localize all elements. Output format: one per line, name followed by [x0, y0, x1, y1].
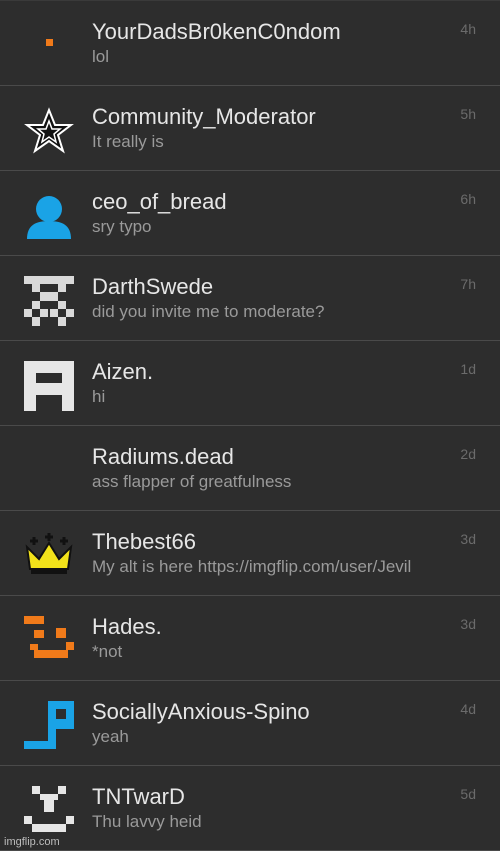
conversation-row[interactable]: Hades. *not 3d	[0, 596, 500, 681]
pixel-face-orange-icon	[24, 616, 74, 666]
crown-icon	[24, 531, 74, 581]
conversation-username: DarthSwede	[92, 274, 214, 299]
conversation-time: 6h	[460, 191, 476, 207]
star-badge-icon	[24, 106, 74, 156]
conversation-row[interactable]: ceo_of_bread sry typo 6h	[0, 171, 500, 256]
conversation-list: YourDadsBr0kenC0ndom lol 4h Community_Mo…	[0, 0, 500, 851]
pixel-smile-white-icon	[24, 786, 74, 836]
conversation-row[interactable]: Radiums.dead ass flapper of greatfulness…	[0, 426, 500, 511]
conversation-time: 4h	[460, 21, 476, 37]
blank-avatar	[24, 446, 74, 496]
conversation-time: 2d	[460, 446, 476, 462]
conversation-username: Community_Moderator	[92, 104, 316, 129]
default-user-icon	[24, 191, 74, 241]
conversation-row[interactable]: DarthSwede did you invite me to moderate…	[0, 256, 500, 341]
conversation-row[interactable]: YourDadsBr0kenC0ndom lol 4h	[0, 0, 500, 86]
conversation-username: Aizen.	[92, 359, 154, 384]
conversation-username: ceo_of_bread	[92, 189, 227, 214]
conversation-last-message: hi	[92, 387, 106, 406]
pixel-p-blue-icon	[24, 701, 74, 751]
conversation-row[interactable]: SociallyAnxious-Spino yeah 4d	[0, 681, 500, 766]
conversation-time: 5d	[460, 786, 476, 802]
conversation-last-message: Thu lavvy heid	[92, 812, 202, 831]
conversation-last-message: It really is	[92, 132, 164, 151]
conversation-row[interactable]: Thebest66 My alt is here https://imgflip…	[0, 511, 500, 596]
conversation-username: SociallyAnxious-Spino	[92, 699, 310, 724]
conversation-username: YourDadsBr0kenC0ndom	[92, 19, 341, 44]
conversation-time: 7h	[460, 276, 476, 292]
conversation-username: Thebest66	[92, 529, 196, 554]
conversation-last-message: yeah	[92, 727, 129, 746]
conversation-time: 4d	[460, 701, 476, 717]
conversation-time: 1d	[460, 361, 476, 377]
conversation-time: 5h	[460, 106, 476, 122]
pixel-a-icon	[24, 361, 74, 411]
conversation-username: TNTwarD	[92, 784, 185, 809]
conversation-time: 3d	[460, 616, 476, 632]
conversation-last-message: lol	[92, 47, 110, 66]
orange-dot-icon	[24, 21, 74, 71]
conversation-time: 3d	[460, 531, 476, 547]
conversation-last-message: *not	[92, 642, 123, 661]
conversation-last-message: sry typo	[92, 217, 152, 236]
conversation-row[interactable]: TNTwarD Thu lavvy heid 5d	[0, 766, 500, 851]
conversation-row[interactable]: Community_Moderator It really is 5h	[0, 86, 500, 171]
conversation-row[interactable]: Aizen. hi 1d	[0, 341, 500, 426]
conversation-username: Radiums.dead	[92, 444, 234, 469]
conversation-last-message: My alt is here https://imgflip.com/user/…	[92, 557, 412, 576]
conversation-username: Hades.	[92, 614, 162, 639]
conversation-last-message: did you invite me to moderate?	[92, 302, 325, 321]
imgflip-watermark: imgflip.com	[4, 836, 60, 848]
conversation-last-message: ass flapper of greatfulness	[92, 472, 292, 491]
pixel-checker-icon	[24, 276, 74, 326]
